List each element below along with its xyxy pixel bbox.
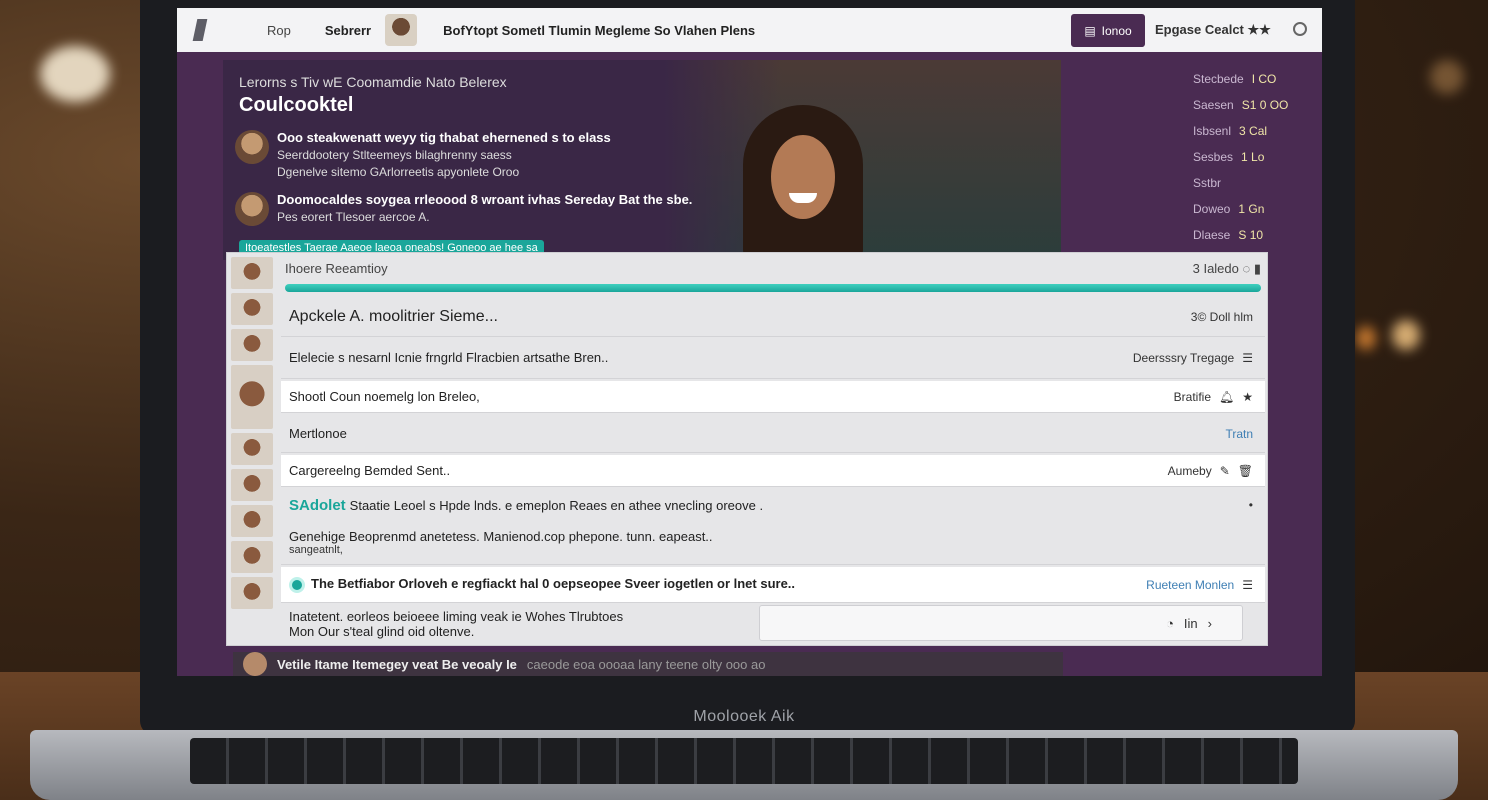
- list-item[interactable]: Genehige Beoprenmd anetetess. Manienod.c…: [281, 521, 1265, 565]
- avatar[interactable]: [231, 577, 273, 609]
- bokeh-light: [1356, 326, 1376, 350]
- avatar[interactable]: [231, 257, 273, 289]
- avatar: [235, 192, 269, 226]
- hero-kicker: Lerorns s Tiv wE Coomamdie Nato Belerex: [239, 74, 507, 90]
- bell-icon[interactable]: 🔔︎: [1219, 390, 1234, 404]
- avatar[interactable]: [231, 541, 273, 573]
- menu-icon[interactable]: ☰: [1242, 578, 1253, 592]
- list-item[interactable]: Elelecie s nesarnl Icnie frngrld Flracbi…: [281, 337, 1265, 379]
- panel-header: Ihoere Reeamtioy 3 Ialedo ◌ ▮: [285, 261, 1262, 276]
- bokeh-light: [1392, 320, 1420, 350]
- hero-title: Coulcooktel: [239, 94, 354, 116]
- avatar[interactable]: [231, 505, 273, 537]
- avatar[interactable]: [231, 469, 273, 501]
- sidebar-item[interactable]: Isbsenl 3 Cal: [1193, 118, 1313, 144]
- avatar[interactable]: [231, 293, 273, 325]
- reply-input[interactable]: ◔ Iin ›: [759, 605, 1243, 641]
- message-panel: Ihoere Reeamtioy 3 Ialedo ◌ ▮ Apckele A.…: [226, 252, 1268, 646]
- laptop-screen: Rop Sebrerr BofYtopt Sometl Tlumin Megle…: [177, 8, 1322, 676]
- laptop-brand: Moolooek Aik: [693, 708, 795, 725]
- avatar: [235, 130, 269, 164]
- send-button[interactable]: ◔ Iin ›: [1166, 616, 1212, 631]
- right-sidebar: Stecbede I CO Saesen S1 0 OO Isbsenl 3 Cal …: [1193, 66, 1313, 248]
- list-item[interactable]: The Betfiabor Orloveh e regfiackt hal 0 …: [281, 567, 1265, 603]
- avatar[interactable]: [231, 365, 273, 429]
- sidebar-item[interactable]: Doweo 1 Gn: [1193, 196, 1313, 222]
- sidebar-item[interactable]: Dlaese S 10: [1193, 222, 1313, 248]
- list-item[interactable]: Mertlonoe Tratn: [281, 415, 1265, 453]
- sidebar-item[interactable]: Stecbede I CO: [1193, 66, 1313, 92]
- avatar[interactable]: [231, 329, 273, 361]
- refresh-icon[interactable]: ◌ ▮: [1243, 261, 1262, 276]
- nav-link[interactable]: Sebrerr: [325, 23, 371, 38]
- list-item[interactable]: Shootl Coun noemelg lon Breleo, Bratifie…: [281, 381, 1265, 413]
- list-item[interactable]: Apckele A. moolitrier Sieme... 3© Doll h…: [281, 297, 1265, 337]
- progress-fill: [285, 284, 1261, 292]
- list-item[interactable]: SAdolet Staatie Leoel s Hpde lnds. e emep…: [281, 489, 1265, 521]
- account-label[interactable]: Epgase Cealct ★★: [1155, 22, 1271, 38]
- hero-banner: Lerorns s Tiv wE Coomamdie Nato Belerex …: [223, 60, 1061, 260]
- sidebar-item[interactable]: Sesbes 1 Lo: [1193, 144, 1313, 170]
- thumbnail-column: [231, 253, 277, 647]
- top-action-button[interactable]: ▤ Ionoo: [1071, 14, 1145, 47]
- page-title: BofYtopt Sometl Tlumin Megleme So Vlahen…: [443, 22, 756, 38]
- bokeh-light: [1430, 60, 1464, 94]
- avatar[interactable]: [231, 433, 273, 465]
- menu-icon[interactable]: ☰: [1242, 351, 1253, 365]
- hero-item[interactable]: Ooo steakwenatt weyy tig thabat ehernene…: [235, 130, 611, 179]
- online-dot-icon: [289, 576, 305, 593]
- attach-icon: ◔: [1166, 616, 1174, 631]
- star-icon[interactable]: ★: [1242, 390, 1253, 404]
- hero-item[interactable]: Doomocaldes soygea rrleoood 8 wroant ivh…: [235, 192, 692, 226]
- avatar[interactable]: [385, 14, 418, 46]
- top-bar: Rop Sebrerr BofYtopt Sometl Tlumin Megle…: [177, 8, 1322, 52]
- progress-bar: [285, 284, 1261, 292]
- compose-icon: ▤: [1084, 23, 1096, 38]
- bottom-strip: Vetile Itame Itemegey veat Be veoaly Ie …: [233, 652, 1063, 676]
- sidebar-item[interactable]: Saesen S1 0 OO: [1193, 92, 1313, 118]
- avatar: [243, 652, 267, 676]
- app-logo-icon[interactable]: [191, 17, 213, 43]
- status-circle-icon[interactable]: [1293, 22, 1307, 36]
- list-item[interactable]: Cargereelng Bemded Sent.. Aumeby ✎ 🗑︎: [281, 455, 1265, 487]
- edit-icon[interactable]: ✎: [1220, 464, 1230, 478]
- chevron-right-icon: ›: [1207, 616, 1212, 631]
- trash-icon[interactable]: 🗑︎: [1238, 464, 1253, 478]
- laptop-keyboard: [190, 738, 1298, 784]
- bokeh-light: [40, 46, 110, 102]
- nav-link[interactable]: Rop: [267, 23, 291, 38]
- woman-portrait: [743, 105, 863, 260]
- sidebar-item[interactable]: Sstbr: [1193, 170, 1313, 196]
